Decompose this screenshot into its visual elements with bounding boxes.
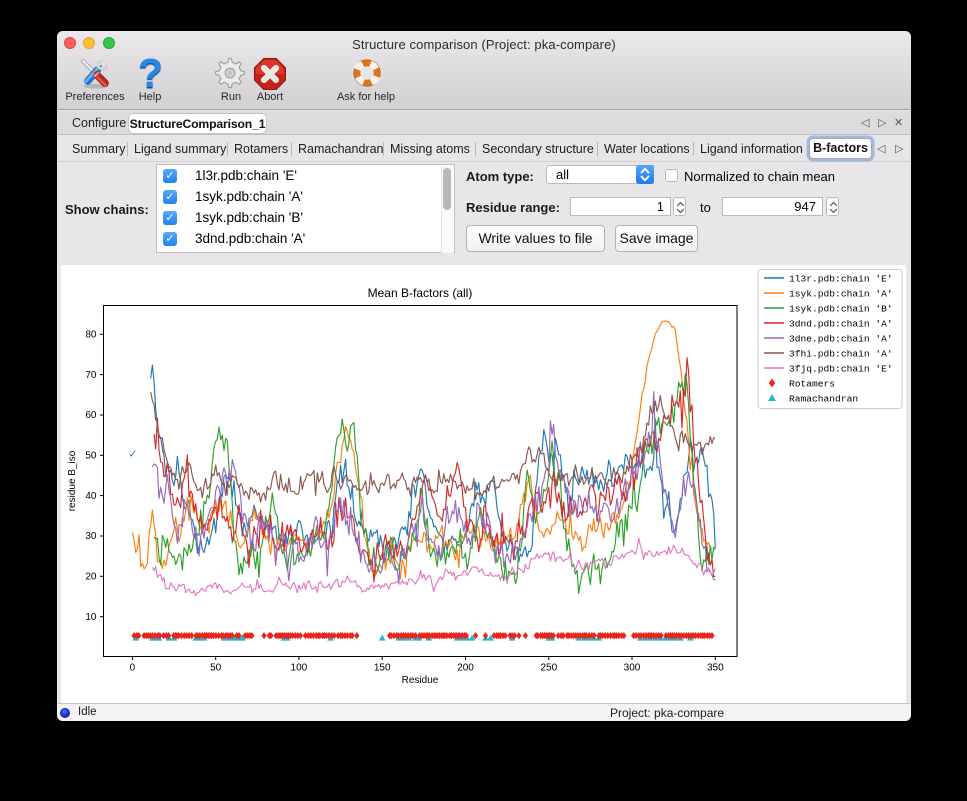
svg-text:residue B_iso: residue B_iso: [67, 450, 78, 511]
svg-text:3fjq.pdb:chain 'E': 3fjq.pdb:chain 'E': [789, 363, 893, 374]
svg-text:3dnd.pdb:chain 'A': 3dnd.pdb:chain 'A': [789, 318, 893, 329]
svg-text:50: 50: [85, 451, 97, 462]
svg-text:1syk.pdb:chain 'B': 1syk.pdb:chain 'B': [789, 303, 893, 314]
svg-text:Ramachandran: Ramachandran: [789, 393, 858, 404]
svg-text:1l3r.pdb:chain 'E': 1l3r.pdb:chain 'E': [789, 273, 893, 284]
svg-text:✓: ✓: [128, 448, 137, 460]
svg-text:Mean B-factors (all): Mean B-factors (all): [368, 286, 473, 300]
svg-text:250: 250: [540, 663, 557, 674]
svg-text:100: 100: [291, 663, 308, 674]
svg-text:300: 300: [624, 663, 641, 674]
svg-text:Residue: Residue: [402, 675, 439, 686]
svg-text:20: 20: [85, 572, 97, 583]
svg-text:150: 150: [374, 663, 391, 674]
svg-text:60: 60: [85, 410, 97, 421]
svg-text:200: 200: [457, 663, 474, 674]
svg-text:350: 350: [707, 663, 724, 674]
svg-text:30: 30: [85, 531, 97, 542]
svg-text:1syk.pdb:chain 'A': 1syk.pdb:chain 'A': [789, 288, 893, 299]
svg-text:Rotamers: Rotamers: [789, 378, 835, 389]
svg-text:40: 40: [85, 491, 97, 502]
svg-text:10: 10: [85, 612, 97, 623]
svg-text:0: 0: [130, 663, 136, 674]
svg-text:3dne.pdb:chain 'A': 3dne.pdb:chain 'A': [789, 333, 893, 344]
svg-text:50: 50: [210, 663, 222, 674]
svg-text:80: 80: [85, 330, 97, 341]
svg-text:3fhi.pdb:chain 'A': 3fhi.pdb:chain 'A': [789, 348, 893, 359]
svg-text:70: 70: [85, 370, 97, 381]
